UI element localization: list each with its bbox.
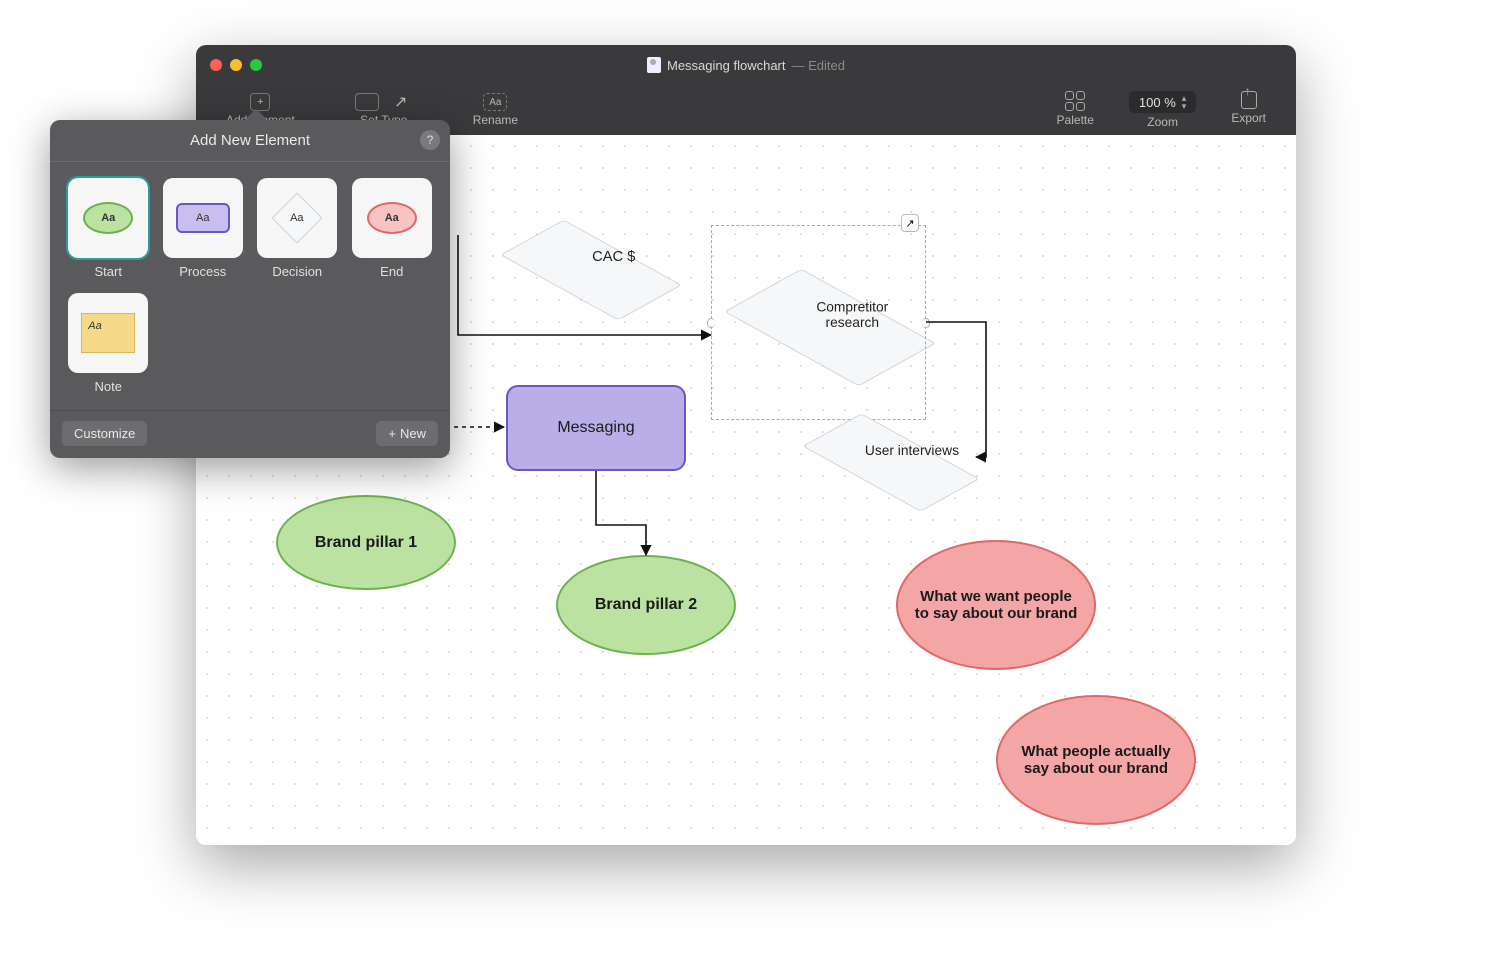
plus-icon[interactable]: + [250, 93, 270, 111]
help-icon[interactable]: ? [420, 130, 440, 150]
traffic-lights [210, 59, 262, 71]
element-note[interactable]: Aa Note [66, 293, 151, 394]
arrow-type-icon[interactable]: ↗ [389, 93, 413, 111]
rename-label: Rename [473, 113, 518, 127]
palette-icon[interactable] [1065, 91, 1085, 111]
element-process[interactable]: Aa Process [161, 178, 246, 279]
popover-header: Add New Element ? [50, 120, 450, 162]
palette-label: Palette [1057, 113, 1094, 127]
end-tile[interactable]: Aa [352, 178, 432, 258]
node-brand-pillar-1[interactable]: Brand pillar 1 [276, 495, 456, 590]
process-tile[interactable]: Aa [163, 178, 243, 258]
export-group[interactable]: Export [1231, 91, 1266, 125]
shape-type-icon[interactable] [355, 93, 379, 111]
node-brand-pillar-2[interactable]: Brand pillar 2 [556, 555, 736, 655]
new-button[interactable]: +New [376, 421, 438, 446]
export-icon[interactable] [1241, 91, 1257, 109]
element-grid: Aa Start Aa Process Aa Decision Aa End A… [50, 162, 450, 410]
titlebar: Messaging flowchart — Edited [196, 45, 1296, 85]
plus-icon: + [388, 426, 396, 441]
node-actually-say[interactable]: What people actually say about our brand [996, 695, 1196, 825]
export-label: Export [1231, 111, 1266, 125]
element-end[interactable]: Aa End [350, 178, 435, 279]
node-competitor-research[interactable]: Compretitor research [756, 285, 904, 370]
popover-title: Add New Element [190, 132, 310, 149]
minimize-window-button[interactable] [230, 59, 242, 71]
window-title: Messaging flowchart — Edited [647, 57, 845, 73]
element-decision[interactable]: Aa Decision [255, 178, 340, 279]
maximize-window-button[interactable] [250, 59, 262, 71]
start-tile[interactable]: Aa [68, 178, 148, 258]
zoom-stepper-icon[interactable]: ▴▾ [1182, 94, 1187, 110]
document-icon [647, 57, 661, 73]
rename-icon[interactable]: Aa [483, 93, 507, 111]
zoom-control[interactable]: 100 % ▴▾ [1129, 91, 1196, 113]
zoom-group[interactable]: 100 % ▴▾ Zoom [1129, 91, 1196, 129]
add-element-popover: Add New Element ? Aa Start Aa Process Aa… [50, 120, 450, 458]
document-filename: Messaging flowchart [667, 58, 786, 73]
document-state: — Edited [792, 58, 846, 73]
popover-footer: Customize +New [50, 410, 450, 458]
selection-handle-right[interactable] [922, 318, 930, 328]
node-user-interviews[interactable]: User interviews [826, 430, 956, 495]
rename-group[interactable]: Aa Rename [473, 93, 518, 127]
customize-button[interactable]: Customize [62, 421, 147, 446]
node-cac[interactable]: CAC $ [526, 235, 656, 305]
decision-tile[interactable]: Aa [257, 178, 337, 258]
zoom-label: Zoom [1147, 115, 1178, 129]
element-start[interactable]: Aa Start [66, 178, 151, 279]
zoom-value: 100 % [1139, 95, 1176, 110]
palette-group[interactable]: Palette [1057, 91, 1094, 127]
selection-handle-left[interactable] [707, 318, 715, 328]
note-tile[interactable]: Aa [68, 293, 148, 373]
close-window-button[interactable] [210, 59, 222, 71]
selection-popout-button[interactable]: ↗ [901, 214, 919, 232]
node-want-say[interactable]: What we want people to say about our bra… [896, 540, 1096, 670]
node-messaging[interactable]: Messaging [506, 385, 686, 471]
